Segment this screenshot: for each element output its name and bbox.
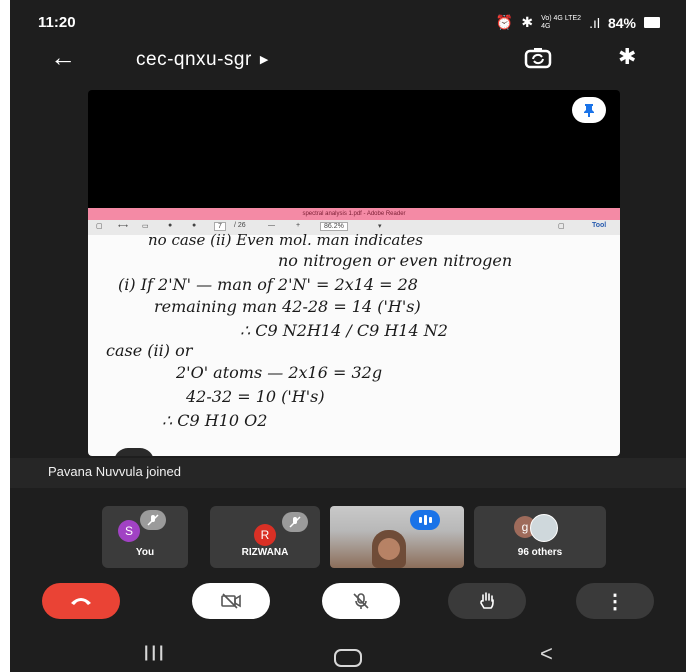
call-controls: ⋮: [10, 578, 686, 626]
join-notification: Pavana Nuvvula joined: [10, 458, 686, 488]
participant-name: RIZWANA: [241, 547, 289, 558]
handwriting-line: ∴ C9 H10 O2: [162, 411, 268, 430]
mic-muted-icon: [140, 510, 166, 530]
participant-name: You: [135, 547, 155, 558]
handwriting-line: ∴ C9 N2H14 / C9 H14 N2: [240, 321, 448, 340]
raise-hand-button[interactable]: [448, 583, 526, 619]
handwriting-line: 42-32 = 10 ('H's): [186, 387, 325, 406]
phone-hangup-icon: [71, 598, 91, 605]
zoom-level: 86.2%: [320, 222, 348, 231]
handwriting-line: case (ii) or: [106, 341, 193, 360]
home-icon[interactable]: [334, 649, 362, 667]
bluetooth-status-icon: ✱: [521, 14, 534, 30]
next-page-icon: ●: [192, 222, 197, 229]
camera-toggle-button[interactable]: [192, 583, 270, 619]
switch-camera-icon[interactable]: [524, 46, 552, 70]
fit-width-icon: ⟷: [118, 223, 129, 230]
zoom-out-icon: —: [268, 222, 275, 229]
participant-tile-rizwana[interactable]: R RIZWANA: [210, 506, 320, 568]
open-icon: ▢: [96, 223, 103, 230]
document-page: no case (ii) Even mol. man indicates no …: [88, 231, 620, 456]
handwriting-line: (i) If 2'N' — man of 2'N' = 2x14 = 28: [118, 275, 418, 294]
end-call-button[interactable]: [42, 583, 120, 619]
battery-percent: 84%: [607, 14, 636, 31]
select-tool-icon: ▾: [378, 223, 382, 230]
mic-toggle-button[interactable]: [322, 583, 400, 619]
meeting-header: ← cec-qnxu-sgr ▶ ✱: [10, 38, 686, 84]
page-number: 7: [214, 222, 226, 231]
back-arrow-icon[interactable]: ←: [50, 44, 76, 70]
fit-page-icon: ▭: [142, 223, 149, 230]
mic-muted-icon: [282, 512, 308, 532]
network-type: Vo) 4G LTE2 4G: [541, 14, 582, 30]
participant-video-tile[interactable]: [330, 506, 464, 568]
presentation-stage: spectral analysis 1.pdf - Adobe Reader ▢…: [88, 90, 620, 456]
raise-hand-icon: [480, 592, 494, 609]
battery-icon: [644, 17, 660, 28]
participant-tile-others[interactable]: g 96 others: [474, 506, 606, 568]
pin-icon: [584, 104, 594, 117]
page-total: / 26: [234, 222, 246, 229]
mic-off-icon: [353, 593, 369, 609]
avatar: R: [254, 524, 276, 546]
prev-page-icon: ●: [168, 222, 173, 229]
more-vertical-icon: ⋮: [605, 590, 625, 613]
avatar: S: [118, 520, 140, 542]
bluetooth-icon[interactable]: ✱: [618, 44, 636, 70]
document-title-bar: spectral analysis 1.pdf - Adobe Reader: [88, 208, 620, 220]
avatar-photo: [530, 514, 558, 542]
join-notification-text: Pavana Nuvvula joined: [48, 464, 181, 479]
handwriting-line: no case (ii) Even mol. man indicates: [148, 231, 423, 249]
tools-label: Tool: [592, 222, 607, 229]
zoom-in-icon: +: [296, 222, 301, 229]
nav-back-icon[interactable]: <: [540, 641, 553, 667]
sign-icon: ▢: [558, 223, 565, 230]
status-icons: ⏰ ✱ Vo) 4G LTE2 4G .ıl 84%: [496, 14, 660, 31]
meeting-code-text: cec-qnxu-sgr: [136, 49, 252, 70]
alarm-icon: ⏰: [495, 14, 514, 30]
handwriting-line: no nitrogen or even nitrogen: [278, 251, 513, 270]
pin-button[interactable]: [572, 97, 606, 123]
expand-triangle-icon: ▶: [259, 54, 269, 67]
handwriting-line: remaining man 42-28 = 14 ('H's): [154, 297, 421, 316]
more-options-button[interactable]: ⋮: [576, 583, 654, 619]
participant-name: 96 others: [517, 547, 563, 558]
handwriting-line: 2'O' atoms — 2x16 = 32g: [176, 363, 383, 382]
participant-strip: S You R RIZWANA g 96 others: [10, 500, 686, 572]
signal-icon: .ıl: [589, 14, 600, 31]
participant-tile-you[interactable]: S You: [102, 506, 188, 568]
camera-off-icon: [221, 593, 241, 609]
phone-screen: 11:20 ⏰ ✱ Vo) 4G LTE2 4G .ıl 84% ← cec-q…: [10, 0, 686, 672]
participant-face: [378, 538, 400, 560]
recents-icon[interactable]: |||: [144, 644, 166, 662]
meeting-code[interactable]: cec-qnxu-sgr ▶: [136, 49, 269, 71]
system-nav-bar: ||| <: [10, 634, 686, 672]
speaking-indicator-icon: [410, 510, 440, 530]
status-time: 11:20: [38, 14, 76, 31]
